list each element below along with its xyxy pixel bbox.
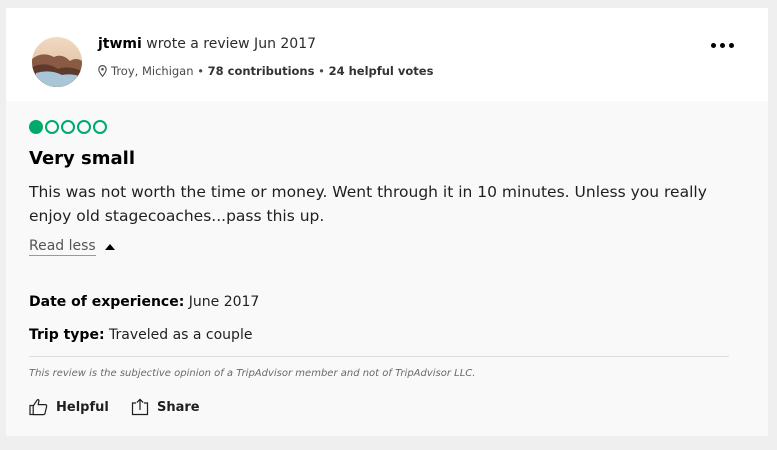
review-date-text: wrote a review Jun 2017 — [146, 36, 317, 52]
avatar[interactable] — [32, 37, 82, 87]
more-horizontal-icon — [710, 42, 716, 48]
trip-label: Trip type: — [29, 327, 105, 343]
trip-type: Trip type: Traveled as a couple — [29, 327, 252, 343]
share-button[interactable]: Share — [130, 398, 200, 416]
bubble-filled-icon — [29, 120, 43, 134]
date-value: June 2017 — [188, 294, 260, 310]
review-header: jtwmi wrote a review Jun 2017 Troy, Mich… — [6, 8, 768, 101]
author-location: Troy, Michigan — [111, 64, 194, 78]
share-label: Share — [157, 399, 200, 415]
date-of-experience: Date of experience: June 2017 — [29, 294, 259, 310]
location-pin-icon — [98, 65, 107, 77]
bubble-empty-icon — [45, 120, 59, 134]
meta-separator: • — [318, 64, 325, 78]
avatar-image — [32, 37, 82, 87]
date-label: Date of experience: — [29, 294, 185, 310]
divider — [29, 356, 729, 357]
helpful-button[interactable]: Helpful — [29, 398, 109, 416]
review-disclaimer: This review is the subjective opinion of… — [29, 368, 476, 379]
author-name[interactable]: jtwmi — [98, 36, 142, 52]
more-horizontal-icon — [728, 42, 734, 48]
more-horizontal-icon — [719, 42, 725, 48]
more-options-button[interactable] — [708, 38, 736, 52]
bubble-empty-icon — [77, 120, 91, 134]
thumbs-up-icon — [29, 399, 48, 416]
share-icon — [131, 398, 149, 416]
bubble-empty-icon — [61, 120, 75, 134]
read-less-button[interactable]: Read less — [29, 238, 115, 256]
bubble-empty-icon — [93, 120, 107, 134]
helpful-label: Helpful — [56, 399, 109, 415]
caret-up-icon — [104, 244, 115, 250]
author-line: jtwmi wrote a review Jun 2017 — [98, 36, 316, 52]
trip-value: Traveled as a couple — [109, 327, 253, 343]
bubble-rating — [29, 120, 107, 134]
author-meta: Troy, Michigan • 78 contributions • 24 h… — [98, 64, 433, 78]
author-contributions: 78 contributions — [207, 64, 315, 78]
review-title: Very small — [29, 148, 135, 169]
review-text: This was not worth the time or money. We… — [29, 183, 707, 225]
meta-separator: • — [197, 64, 204, 78]
author-helpful-votes: 24 helpful votes — [328, 64, 434, 78]
read-less-label: Read less — [29, 238, 96, 256]
